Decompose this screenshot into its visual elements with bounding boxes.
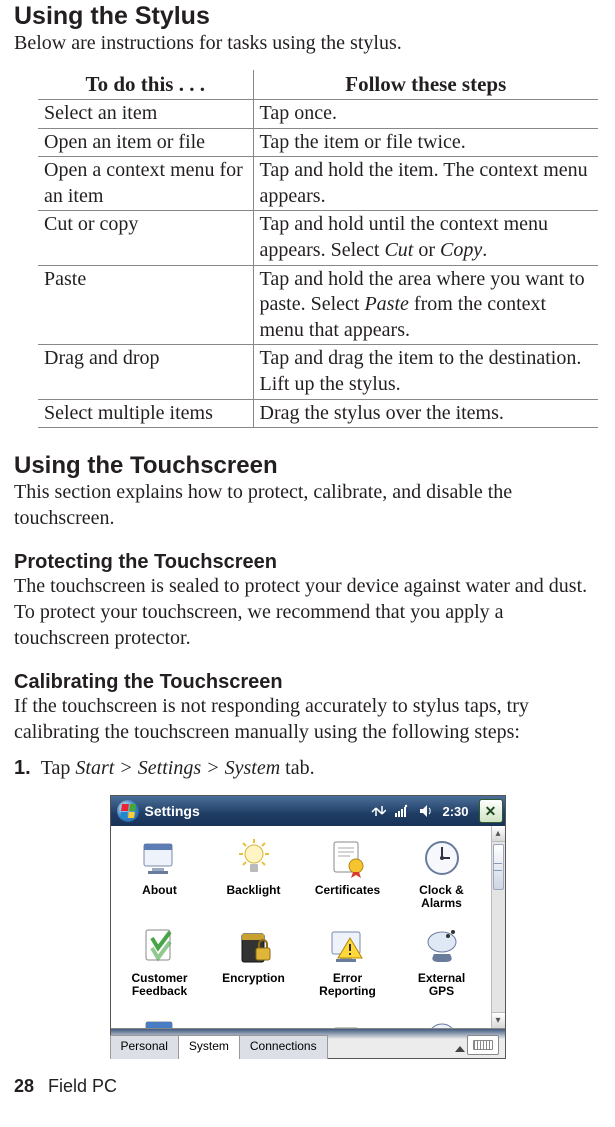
table-row: Select an item Tap once. bbox=[38, 100, 598, 129]
connectivity-icon[interactable] bbox=[370, 803, 386, 819]
app-label: Certificates bbox=[315, 884, 380, 897]
partial-icon-4 bbox=[418, 1016, 466, 1028]
heading-using-stylus: Using the Stylus bbox=[14, 2, 601, 31]
clock: 2:30 bbox=[442, 804, 468, 819]
heading-using-touchscreen: Using the Touchscreen bbox=[14, 452, 601, 480]
app-label: Customer Feedback bbox=[131, 972, 187, 998]
table-row: Open an item or file Tap the item or fil… bbox=[38, 128, 598, 157]
start-icon[interactable] bbox=[117, 800, 139, 822]
app-label: Backlight bbox=[226, 884, 280, 897]
customer-feedback-icon bbox=[136, 922, 184, 970]
settings-screenshot: Settings 2:30 ✕ About bbox=[110, 795, 506, 1059]
about-icon bbox=[136, 834, 184, 882]
certificates-icon bbox=[324, 834, 372, 882]
table-cell: Paste bbox=[38, 265, 253, 345]
scroll-up-arrow[interactable]: ▴ bbox=[492, 826, 505, 842]
scroll-thumb[interactable] bbox=[493, 844, 504, 890]
scroll-down-arrow[interactable]: ▾ bbox=[492, 1012, 505, 1028]
app-about[interactable]: About bbox=[113, 834, 207, 920]
titlebar: Settings 2:30 ✕ bbox=[111, 796, 505, 826]
protect-body: The touchscreen is sealed to protect you… bbox=[14, 574, 601, 651]
tab-bar: Personal System Connections bbox=[111, 1028, 505, 1058]
scrollbar[interactable]: ▴ ▾ bbox=[491, 826, 505, 1028]
tab-connections[interactable]: Connections bbox=[239, 1035, 328, 1059]
touch-intro: This section explains how to protect, ca… bbox=[14, 480, 601, 531]
table-cell: Select an item bbox=[38, 100, 253, 129]
table-cell: Open a context menu for an item bbox=[38, 157, 253, 211]
table-cell: Cut or copy bbox=[38, 211, 253, 265]
table-row: Select multiple items Drag the stylus ov… bbox=[38, 399, 598, 428]
app-label: About bbox=[142, 884, 177, 897]
heading-protecting: Protecting the Touchscreen bbox=[14, 551, 601, 574]
table-cell: Tap the item or file twice. bbox=[253, 128, 598, 157]
keyboard-icon bbox=[473, 1040, 493, 1050]
table-header-right: Follow these steps bbox=[253, 70, 598, 100]
app-backlight[interactable]: Backlight bbox=[207, 834, 301, 920]
table-cell: Tap and drag the item to the destination… bbox=[253, 345, 598, 399]
app-label: Error Reporting bbox=[319, 972, 376, 998]
keyboard-button[interactable] bbox=[467, 1035, 499, 1055]
table-cell: Select multiple items bbox=[38, 399, 253, 428]
table-cell: Drag the stylus over the items. bbox=[253, 399, 598, 428]
table-cell: Tap and hold until the context menu appe… bbox=[253, 211, 598, 265]
app-partial[interactable] bbox=[395, 1016, 489, 1028]
app-label: Clock & Alarms bbox=[419, 884, 464, 910]
partial-icon-1 bbox=[136, 1016, 184, 1028]
table-header-left: To do this . . . bbox=[38, 70, 253, 100]
sip-arrow-icon[interactable] bbox=[455, 1046, 465, 1052]
stylus-table: To do this . . . Follow these steps Sele… bbox=[38, 70, 598, 428]
clock-icon bbox=[418, 834, 466, 882]
signal-icon[interactable] bbox=[394, 803, 410, 819]
close-icon: ✕ bbox=[485, 803, 497, 820]
tab-personal[interactable]: Personal bbox=[110, 1035, 179, 1059]
step-1: 1. Tap Start > Settings > System tab. bbox=[14, 755, 601, 781]
app-label: Encryption bbox=[222, 972, 285, 985]
tab-system[interactable]: System bbox=[178, 1035, 240, 1059]
calibrate-body: If the touchscreen is not responding acc… bbox=[14, 694, 601, 745]
table-cell: Tap and hold the area where you want to … bbox=[253, 265, 598, 345]
table-row: Open a context menu for an item Tap and … bbox=[38, 157, 598, 211]
heading-calibrating: Calibrating the Touchscreen bbox=[14, 671, 601, 694]
close-button[interactable]: ✕ bbox=[479, 799, 503, 823]
page-footer: 28 Field PC bbox=[0, 1076, 117, 1097]
app-certificates[interactable]: Certificates bbox=[301, 834, 395, 920]
table-row: Paste Tap and hold the area where you wa… bbox=[38, 265, 598, 345]
partial-icon-3 bbox=[324, 1016, 372, 1028]
external-gps-icon bbox=[418, 922, 466, 970]
table-cell: Open an item or file bbox=[38, 128, 253, 157]
table-row: Drag and drop Tap and drag the item to t… bbox=[38, 345, 598, 399]
error-reporting-icon bbox=[324, 922, 372, 970]
footer-label: Field PC bbox=[48, 1076, 117, 1096]
intro-stylus: Below are instructions for tasks using t… bbox=[14, 31, 601, 56]
volume-icon[interactable] bbox=[418, 803, 434, 819]
app-clock-alarms[interactable]: Clock & Alarms bbox=[395, 834, 489, 920]
encryption-icon bbox=[230, 922, 278, 970]
table-cell: Drag and drop bbox=[38, 345, 253, 399]
partial-icon-2 bbox=[230, 1016, 278, 1028]
window-title: Settings bbox=[145, 803, 200, 819]
step-number: 1. bbox=[14, 757, 31, 779]
table-cell: Tap once. bbox=[253, 100, 598, 129]
table-row: Cut or copy Tap and hold until the conte… bbox=[38, 211, 598, 265]
app-partial[interactable] bbox=[301, 1016, 395, 1028]
app-customer-feedback[interactable]: Customer Feedback bbox=[113, 922, 207, 1008]
app-partial[interactable] bbox=[113, 1016, 207, 1028]
app-label: External GPS bbox=[418, 972, 465, 998]
app-partial[interactable] bbox=[207, 1016, 301, 1028]
table-cell: Tap and hold the item. The context menu … bbox=[253, 157, 598, 211]
page-number: 28 bbox=[14, 1076, 34, 1096]
app-encryption[interactable]: Encryption bbox=[207, 922, 301, 1008]
app-error-reporting[interactable]: Error Reporting bbox=[301, 922, 395, 1008]
app-external-gps[interactable]: External GPS bbox=[395, 922, 489, 1008]
backlight-icon bbox=[230, 834, 278, 882]
